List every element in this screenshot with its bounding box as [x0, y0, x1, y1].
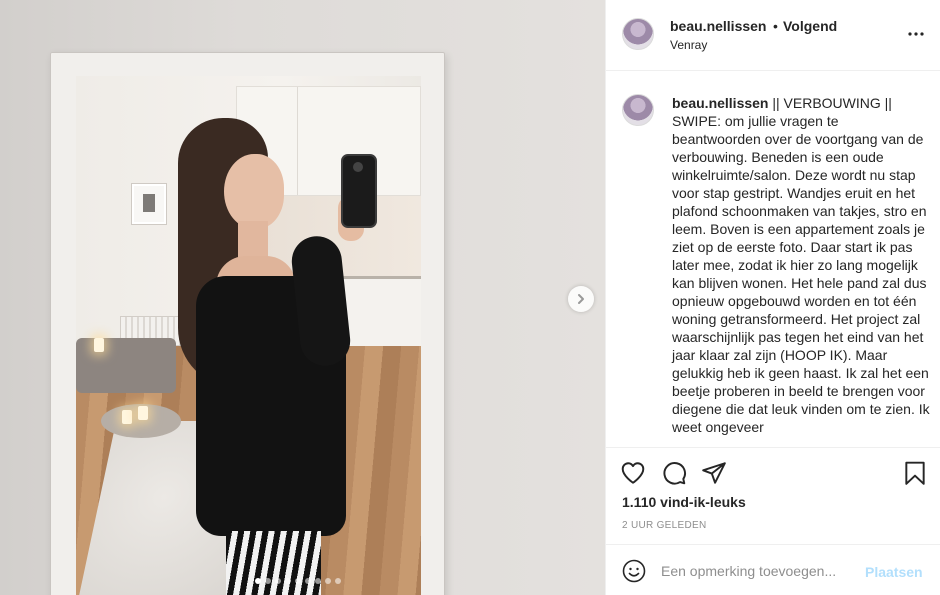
comment-input[interactable]	[661, 558, 851, 584]
bookmark-icon	[905, 461, 925, 485]
smartphone	[341, 154, 377, 228]
avatar[interactable]	[622, 18, 654, 50]
mirror-reflection	[76, 76, 421, 595]
carousel-dot	[275, 578, 281, 584]
carousel-dot	[265, 578, 271, 584]
carousel-indicator	[255, 578, 341, 584]
person-face	[224, 154, 284, 229]
carousel-dot	[325, 578, 331, 584]
striped-pants	[226, 531, 321, 595]
caption-username[interactable]: beau.nellissen	[672, 95, 768, 111]
header-username[interactable]: beau.nellissen	[670, 18, 766, 34]
carousel-dot	[305, 578, 311, 584]
carousel-dot	[335, 578, 341, 584]
chevron-right-icon	[578, 294, 584, 304]
heart-icon	[621, 462, 645, 484]
carousel-dot	[295, 578, 301, 584]
follow-status-button[interactable]: Volgend	[783, 18, 837, 34]
next-slide-button[interactable]	[568, 286, 594, 312]
comments-scroll-area[interactable]: beau.nellissen || VERBOUWING || SWIPE: o…	[606, 72, 940, 447]
sofa	[76, 338, 176, 393]
more-options-button[interactable]	[906, 24, 926, 44]
share-icon	[702, 462, 726, 484]
carousel-dot	[315, 578, 321, 584]
post-caption: beau.nellissen || VERBOUWING || SWIPE: o…	[672, 94, 930, 436]
post-comment-button[interactable]: Plaatsen	[865, 564, 923, 580]
caption-text: || VERBOUWING || SWIPE: om jullie vragen…	[672, 95, 930, 435]
header-separator: •	[773, 18, 778, 34]
candle	[122, 410, 132, 424]
post-timestamp[interactable]: 2 UUR GELEDEN	[622, 520, 706, 531]
share-button[interactable]	[701, 460, 727, 486]
emoji-icon	[622, 559, 646, 583]
like-count[interactable]: 1.110 vind-ik-leuks	[622, 494, 746, 510]
candle	[138, 406, 148, 420]
caption-avatar[interactable]	[622, 94, 654, 126]
wall-picture	[132, 184, 166, 224]
carousel-dot	[255, 578, 261, 584]
emoji-button[interactable]	[622, 559, 646, 583]
add-comment-bar: Plaatsen	[606, 544, 940, 595]
candle	[94, 338, 104, 352]
post-sidebar: beau.nellissen • Volgend Venray beau.nel…	[605, 0, 940, 595]
action-bar	[606, 447, 940, 497]
save-button[interactable]	[902, 460, 928, 486]
carousel-dot	[285, 578, 291, 584]
more-horizontal-icon	[908, 32, 924, 36]
post-header: beau.nellissen • Volgend Venray	[606, 0, 940, 71]
comment-button[interactable]	[661, 460, 687, 486]
location-link[interactable]: Venray	[670, 38, 707, 52]
person-neck	[238, 221, 268, 261]
post-photo[interactable]	[0, 0, 605, 595]
comment-icon	[663, 462, 686, 485]
like-button[interactable]	[620, 460, 646, 486]
